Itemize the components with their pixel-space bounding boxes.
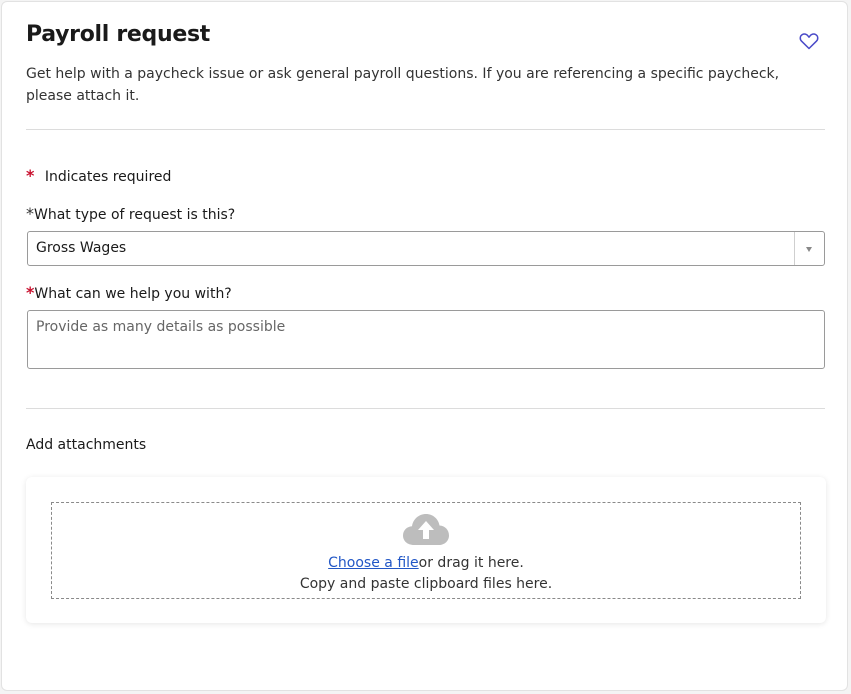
required-note-text: Indicates required xyxy=(44,169,172,185)
request-type-label: *What type of request is this? xyxy=(26,204,235,223)
required-note: * Indicates required xyxy=(26,166,171,185)
request-type-label-text: What type of request is this? xyxy=(34,207,236,223)
caret-down-icon xyxy=(806,247,812,252)
page-title: Payroll request xyxy=(26,22,210,47)
request-type-selected-value: Gross Wages xyxy=(36,240,127,256)
cloud-upload-icon xyxy=(403,514,449,545)
dropdown-toggle[interactable] xyxy=(794,232,824,265)
attachments-title: Add attachments xyxy=(26,437,147,453)
choose-file-link[interactable]: Choose a file xyxy=(328,555,419,571)
heart-outline-icon xyxy=(799,33,819,50)
help-details-textarea[interactable] xyxy=(27,310,825,369)
drag-text: or drag it here. xyxy=(418,555,524,571)
favorite-button[interactable] xyxy=(799,32,819,50)
file-dropzone[interactable]: Choose a fileor drag it here. Copy and p… xyxy=(51,502,801,599)
section-divider xyxy=(26,408,825,409)
header-divider xyxy=(26,129,825,130)
request-type-select[interactable]: Gross Wages xyxy=(27,231,825,266)
help-details-label: *What can we help you with? xyxy=(26,283,232,302)
required-marker: * xyxy=(26,204,34,223)
attachments-panel: Choose a fileor drag it here. Copy and p… xyxy=(26,477,826,623)
form-description: Get help with a paycheck issue or ask ge… xyxy=(26,66,780,104)
help-details-label-text: What can we help you with? xyxy=(34,286,232,302)
payroll-request-card: Payroll request Get help with a paycheck… xyxy=(1,1,848,691)
required-marker: * xyxy=(26,166,35,185)
paste-instruction: Copy and paste clipboard files here. xyxy=(299,576,553,592)
drop-instruction: Choose a fileor drag it here. xyxy=(52,555,800,571)
